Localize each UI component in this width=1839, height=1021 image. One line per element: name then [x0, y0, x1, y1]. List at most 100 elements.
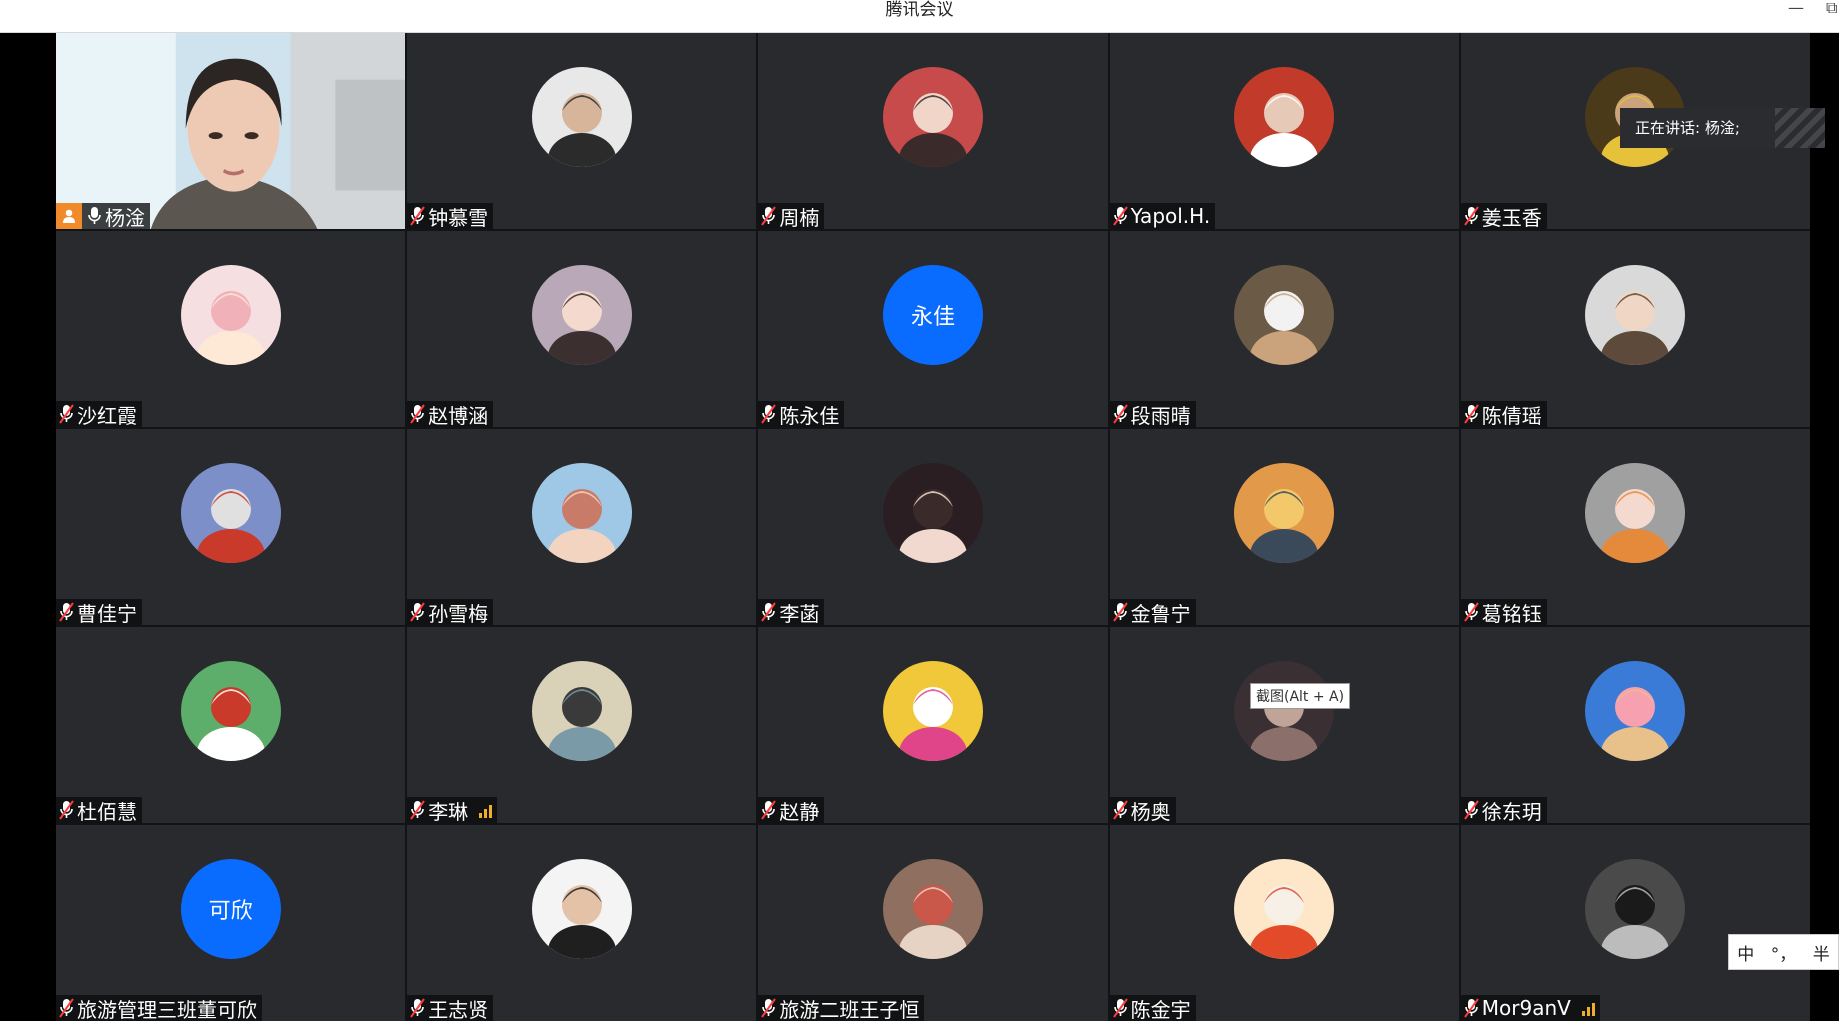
participant-tile[interactable]: 孙雪梅	[407, 429, 757, 626]
participant-nametag: 金鲁宁	[1109, 599, 1196, 626]
participant-name: 杨奥	[1130, 799, 1171, 824]
participant-tile[interactable]: 曹佳宁	[56, 429, 406, 625]
participant-tile[interactable]: 赵博涵	[407, 231, 757, 428]
mic-muted-icon	[59, 404, 74, 424]
participant-nametag: 王志贤	[407, 995, 494, 1021]
avatar-street-girl	[882, 859, 983, 959]
mic-muted-icon	[59, 602, 74, 622]
participant-name: 杨淦	[105, 205, 145, 230]
participant-tile[interactable]: 可欣旅游管理三班董可欣	[56, 825, 406, 1021]
participant-tile[interactable]: 李菡	[758, 429, 1108, 626]
mic-muted-icon	[410, 206, 425, 226]
participant-tile[interactable]: 沙红霞	[56, 231, 406, 427]
participant-nametag: 陈金宇	[1109, 995, 1196, 1021]
participant-name: 赵博涵	[428, 403, 489, 428]
participant-tile[interactable]: 永佳陈永佳	[758, 231, 1108, 428]
mic-on-icon	[88, 207, 101, 224]
participant-nametag: 曹佳宁	[56, 599, 142, 625]
speaking-indicator: 正在讲话: 杨淦;	[1620, 108, 1825, 148]
avatar-girl-orange-pillow	[1585, 463, 1686, 563]
ime-toolbar[interactable]: 中 °， 半	[1728, 934, 1839, 970]
participant-nametag: 钟慕雪	[407, 203, 494, 230]
restore-button[interactable]: ⧉	[1826, 0, 1837, 18]
participant-tile[interactable]: 王志贤	[407, 825, 757, 1021]
participant-tile[interactable]: Mor9anV	[1460, 825, 1810, 1021]
participant-name: 孙雪梅	[428, 601, 489, 626]
participant-tile[interactable]: 徐东玥	[1460, 627, 1810, 823]
participant-tile[interactable]: 杨淦	[56, 33, 406, 230]
mic-muted-icon	[410, 800, 425, 820]
participant-name: 旅游管理三班董可欣	[77, 997, 257, 1021]
participant-name: 陈金宇	[1130, 997, 1191, 1021]
avatar-jumping-beach	[531, 661, 632, 761]
participant-nametag: 沙红霞	[56, 401, 142, 427]
mic-muted-icon	[761, 998, 777, 1018]
participant-nametag: Yapol.H.	[1109, 203, 1216, 229]
avatar-ultraman	[180, 463, 281, 563]
participant-tile[interactable]: 赵静	[758, 627, 1108, 824]
participant-nametag: 杨奥	[1109, 797, 1176, 824]
participant-nametag: 陈倩瑶	[1460, 401, 1547, 428]
participant-tile[interactable]: 陈金宇	[1109, 825, 1459, 1021]
ime-width[interactable]: 半	[1813, 940, 1830, 965]
participant-name: 杜佰慧	[77, 799, 137, 824]
mic-muted-icon	[1463, 206, 1479, 226]
participant-tile[interactable]: 周楠	[758, 33, 1108, 230]
mic-muted-icon	[761, 800, 777, 820]
participant-tile[interactable]: 旅游二班王子恒	[758, 825, 1108, 1021]
participant-name: 金鲁宁	[1130, 601, 1191, 626]
participant-nametag: 段雨晴	[1109, 401, 1196, 428]
avatar-cat-tongue	[1585, 661, 1686, 761]
ime-lang[interactable]: 中	[1737, 940, 1754, 965]
participant-name: 段雨晴	[1130, 403, 1191, 428]
participant-nametag: 李菡	[758, 599, 825, 626]
screenshot-tooltip: 截图(Alt + A)	[1250, 683, 1351, 709]
avatar-initials: 可欣	[180, 859, 281, 959]
participant-tile[interactable]: 金鲁宁	[1109, 429, 1459, 626]
mic-muted-icon	[1463, 800, 1479, 820]
participant-nametag: 旅游管理三班董可欣	[56, 995, 262, 1021]
participant-name: 陈倩瑶	[1481, 403, 1542, 428]
participant-name: 李菡	[779, 601, 820, 626]
mic-muted-icon	[1112, 206, 1128, 226]
mic-muted-icon	[761, 404, 777, 424]
speaking-fade	[1775, 108, 1825, 148]
mic-muted-icon	[410, 404, 425, 424]
participant-tile[interactable]: 陈倩瑶	[1460, 231, 1810, 428]
avatar-white-cat-cartoon	[1234, 67, 1335, 167]
avatar-child-good-glasses	[1234, 265, 1335, 365]
participant-tile[interactable]: 钟慕雪	[407, 33, 757, 230]
avatar-red-hair-cartoon	[1234, 859, 1335, 959]
mic-muted-icon	[1463, 602, 1479, 622]
participant-tile[interactable]: 葛铭钰	[1460, 429, 1810, 625]
participant-tile[interactable]: Yapol.H.	[1109, 33, 1459, 229]
participant-nametag: 旅游二班王子恒	[758, 995, 925, 1021]
participant-tile[interactable]: 杜佰慧	[56, 627, 406, 824]
participant-name: 周楠	[779, 205, 820, 230]
network-signal-icon	[479, 802, 493, 818]
avatar-initials: 永佳	[882, 265, 983, 365]
grid-right-edge	[1810, 33, 1839, 1021]
ime-punct[interactable]: °，	[1771, 940, 1797, 965]
participant-grid: 杨淦 钟慕雪 周楠 Yapol.H. 姜玉香 沙红霞 赵博涵 永佳 陈永佳 段雨晴 陈倩瑶 曹佳宁 孙雪…	[56, 33, 1810, 1021]
avatar-yellow-duck-pink-hat	[882, 661, 983, 761]
participant-tile[interactable]: 李琳	[407, 627, 757, 823]
participant-nametag: 赵博涵	[407, 401, 494, 428]
avatar-dim-room	[1234, 661, 1335, 761]
avatar-girl-braids	[531, 265, 632, 365]
window-title: 腾讯会议	[885, 0, 954, 20]
participant-nametag: 徐东玥	[1460, 797, 1547, 823]
network-signal-icon	[1581, 1000, 1595, 1016]
title-bar: 腾讯会议 — ⧉	[0, 0, 1839, 33]
avatar-girl-hands-face	[1585, 265, 1686, 365]
participant-tile[interactable]: 段雨晴	[1109, 231, 1459, 428]
mic-muted-icon	[1112, 998, 1128, 1018]
participant-name: 陈永佳	[779, 403, 840, 428]
minimize-button[interactable]: —	[1788, 0, 1804, 17]
participant-tile[interactable]: 杨奥	[1109, 627, 1459, 824]
mic-muted-icon	[1112, 800, 1128, 820]
avatar-sunset-figure	[1234, 463, 1335, 563]
participant-name: 钟慕雪	[428, 205, 489, 230]
participant-name: 赵静	[779, 799, 820, 824]
avatar-man-portrait	[531, 67, 632, 167]
